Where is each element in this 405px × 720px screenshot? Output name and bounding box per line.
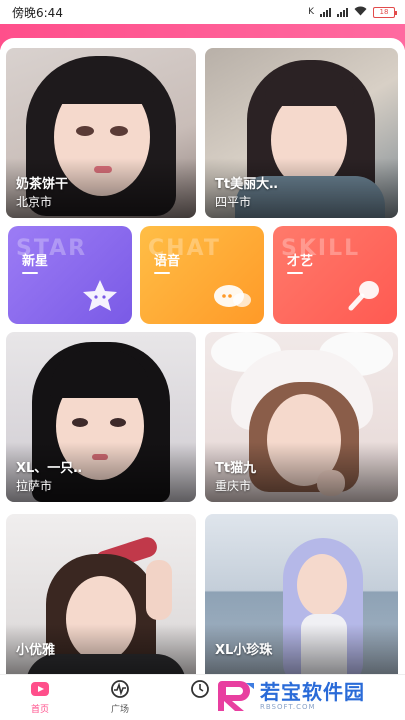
profile-name: Tt猫九 bbox=[215, 461, 257, 476]
wifi-icon bbox=[354, 6, 367, 19]
battery-icon: 18 bbox=[373, 6, 397, 18]
app-screen: 傍晚6:44 K 18 奶茶饼干 北京市 Tt美丽大‥ 四平市 STAR 新星 … bbox=[0, 0, 405, 720]
profile-card[interactable]: Tt猫九 重庆市 bbox=[205, 332, 398, 502]
category-star-tile[interactable]: STAR 新星 bbox=[8, 226, 132, 324]
profile-name: 小优雅 bbox=[16, 643, 56, 658]
profile-city: 四平市 bbox=[215, 195, 252, 209]
profile-card[interactable]: Tt美丽大‥ 四平市 bbox=[205, 48, 398, 218]
watermark-title: 若宝软件园 bbox=[260, 680, 365, 704]
signal-icon bbox=[320, 7, 331, 17]
status-icons: K 18 bbox=[308, 6, 397, 19]
pulse-icon bbox=[111, 680, 129, 698]
main-content: 奶茶饼干 北京市 Tt美丽大‥ 四平市 STAR 新星 CHAT 语音 SKIL… bbox=[0, 38, 405, 674]
profile-card[interactable]: XL、一只‥ 拉萨市 bbox=[6, 332, 196, 502]
profile-name: XL、一只‥ bbox=[16, 461, 82, 476]
profile-city: 重庆市 bbox=[215, 479, 252, 493]
video-home-icon bbox=[31, 682, 49, 696]
category-voice-tile[interactable]: CHAT 语音 bbox=[140, 226, 264, 324]
clock-icon bbox=[191, 680, 209, 698]
profile-card[interactable]: 奶茶饼干 北京市 bbox=[6, 48, 196, 218]
microphone-icon bbox=[348, 281, 379, 311]
category-label: 语音 bbox=[154, 250, 180, 274]
profile-card[interactable]: XL小珍珠 bbox=[205, 514, 398, 674]
profile-city: 拉萨市 bbox=[16, 479, 53, 493]
profile-card[interactable]: 小优雅 bbox=[6, 514, 196, 674]
nav-plaza[interactable]: 广场 bbox=[90, 679, 150, 715]
chat-bubble-icon bbox=[214, 285, 251, 307]
status-bar: 傍晚6:44 K 18 bbox=[0, 0, 405, 24]
profile-city: 北京市 bbox=[16, 195, 53, 209]
profile-name: 奶茶饼干 bbox=[16, 177, 69, 192]
nav-plaza-label: 广场 bbox=[110, 705, 129, 715]
watermark-subtitle: RBSOFT.COM bbox=[260, 703, 316, 711]
network-speed-icon: K bbox=[308, 7, 314, 17]
nav-home[interactable]: 首页 bbox=[10, 679, 70, 715]
category-skill-tile[interactable]: SKILL 才艺 bbox=[273, 226, 397, 324]
category-label: 新星 bbox=[22, 250, 48, 274]
category-label: 才艺 bbox=[287, 250, 313, 274]
signal-icon-2 bbox=[337, 7, 348, 17]
watermark-logo bbox=[218, 681, 254, 711]
profile-name: Tt美丽大‥ bbox=[215, 177, 278, 192]
star-icon bbox=[83, 280, 117, 311]
status-time: 傍晚6:44 bbox=[12, 5, 63, 20]
nav-home-label: 首页 bbox=[30, 705, 49, 715]
battery-level: 18 bbox=[379, 8, 389, 16]
profile-name: XL小珍珠 bbox=[215, 643, 273, 658]
watermark: 若宝软件园 RBSOFT.COM bbox=[218, 676, 402, 716]
